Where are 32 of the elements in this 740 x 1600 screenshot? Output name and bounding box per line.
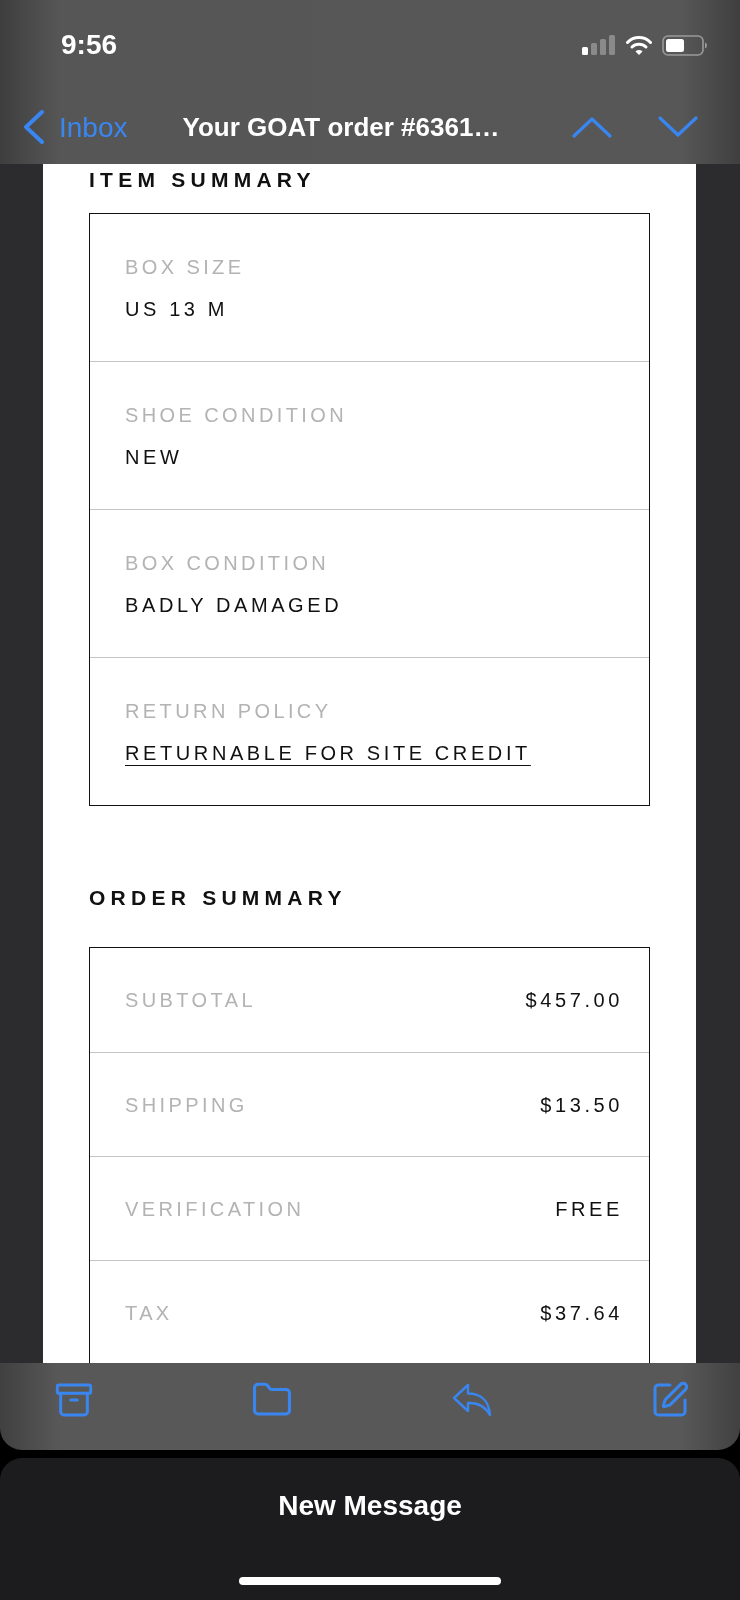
- chevron-down-icon: [658, 116, 698, 138]
- field-value: US 13 M: [125, 297, 228, 321]
- previous-message-button[interactable]: [572, 116, 612, 138]
- section-heading: ORDER SUMMARY: [89, 886, 348, 910]
- amount-value: $13.50: [540, 1092, 623, 1117]
- field-label: SHIPPING: [125, 1092, 248, 1117]
- status-time: 9:56: [61, 31, 118, 59]
- reply-button[interactable]: [450, 1381, 493, 1418]
- field-label: SUBTOTAL: [125, 988, 256, 1012]
- field-label: TAX: [125, 1300, 173, 1325]
- chevron-up-icon: [572, 116, 612, 138]
- policy-link[interactable]: RETURNABLE FOR SITE CREDIT: [125, 741, 531, 765]
- field-value: NEW: [125, 445, 183, 469]
- amount-value: $37.64: [540, 1300, 623, 1325]
- field-label: BOX CONDITION: [125, 551, 330, 575]
- reply-icon: [450, 1381, 493, 1418]
- sheet-title: New Message: [278, 1490, 462, 1522]
- field-value: BADLY DAMAGED: [125, 593, 343, 617]
- message-title: Your GOAT order #6361…: [182, 114, 500, 140]
- field-label: VERIFICATION: [125, 1196, 305, 1221]
- field-label: RETURN POLICY: [125, 699, 332, 723]
- section-heading: ITEM SUMMARY: [89, 168, 317, 192]
- field-label: BOX SIZE: [125, 255, 245, 279]
- signal-icon: [582, 35, 616, 55]
- wifi-icon: [626, 35, 652, 55]
- chevron-left-icon: [22, 110, 45, 144]
- battery-icon: [662, 34, 708, 56]
- amount-value: FREE: [555, 1196, 623, 1221]
- amount-value: $457.00: [525, 988, 623, 1012]
- compose-sheet[interactable]: New Message: [0, 1458, 740, 1600]
- next-message-button[interactable]: [658, 116, 698, 138]
- field-label: SHOE CONDITION: [125, 403, 348, 427]
